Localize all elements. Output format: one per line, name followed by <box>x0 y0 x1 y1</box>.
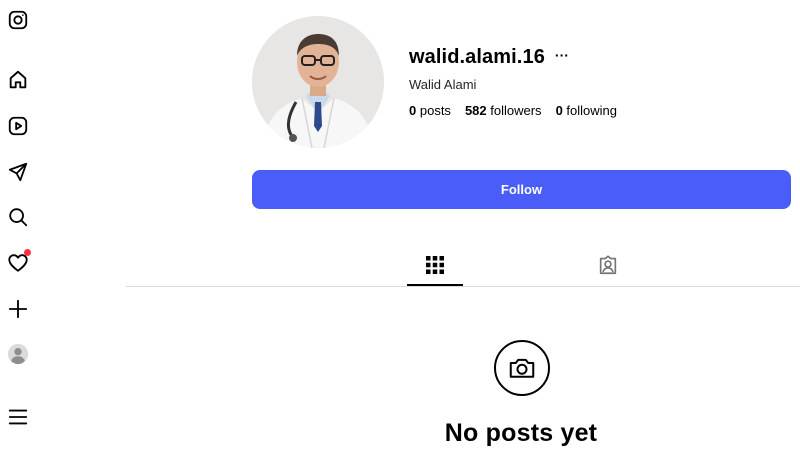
followers-count-label: followers <box>490 103 542 118</box>
profile-icon[interactable] <box>6 342 30 366</box>
tab-posts[interactable] <box>407 252 463 286</box>
tab-tagged[interactable] <box>580 252 636 286</box>
camera-icon-circle <box>494 340 550 396</box>
following-count[interactable]: 0 following <box>556 103 617 118</box>
following-count-label: following <box>566 103 618 118</box>
notifications-icon[interactable] <box>6 249 31 275</box>
posts-count-value: 0 <box>409 103 417 118</box>
create-icon[interactable] <box>6 297 30 321</box>
posts-grid-icon <box>426 256 444 274</box>
posts-count-label: posts <box>419 103 451 118</box>
following-count-value: 0 <box>555 103 563 118</box>
tagged-icon <box>599 255 617 275</box>
tabs-divider <box>126 286 800 287</box>
empty-state-title: No posts yet <box>444 419 598 447</box>
instagram-logo-icon[interactable] <box>6 8 30 32</box>
profile-username: walid.alami.16 <box>409 46 545 68</box>
profile-avatar[interactable] <box>252 16 384 148</box>
messages-icon[interactable] <box>6 160 30 184</box>
posts-count: 0 posts <box>409 103 451 118</box>
follow-button[interactable]: Follow <box>252 170 791 209</box>
followers-count[interactable]: 582 followers <box>465 103 542 118</box>
sidebar <box>0 0 38 452</box>
notification-badge <box>24 249 31 256</box>
followers-count-value: 582 <box>464 103 487 118</box>
more-options-button[interactable]: ··· <box>555 48 569 66</box>
menu-icon[interactable] <box>6 405 30 429</box>
reels-icon[interactable] <box>6 114 30 138</box>
camera-icon <box>509 358 535 378</box>
home-icon[interactable] <box>6 68 30 92</box>
profile-main: walid.alami.16 ··· Walid Alami 0 posts 5… <box>126 0 800 452</box>
username-row: walid.alami.16 ··· <box>409 46 569 69</box>
profile-full-name: Walid Alami <box>409 77 477 92</box>
profile-stats: 0 posts 582 followers 0 following <box>409 103 617 118</box>
search-icon[interactable] <box>6 205 30 229</box>
